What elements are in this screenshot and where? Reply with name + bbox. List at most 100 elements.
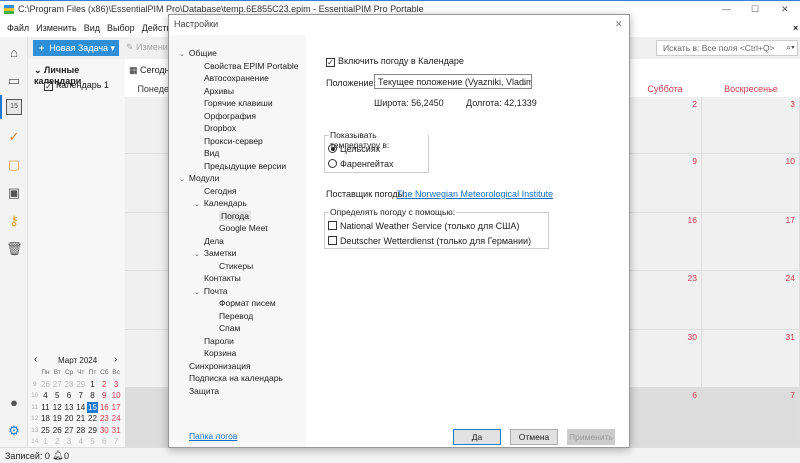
close-window-button[interactable]: ✕ [781,4,789,15]
mini-day[interactable]: 15 [86,401,99,413]
location-select[interactable]: Текущее положение (Vyazniki, Vladimir O ⌄ [374,74,532,89]
tree-item[interactable]: Формат писем [219,298,276,308]
bell-icon[interactable]: 🔔︎ [52,450,63,461]
day-cell[interactable]: 3 [702,97,800,154]
tree-item[interactable]: Архивы [204,86,234,96]
mini-day[interactable]: 31 [110,425,122,437]
provider-link[interactable]: The Norwegian Meteorological Institute [397,189,553,199]
dialog-close-button[interactable]: ✕ [615,19,623,30]
trash-icon[interactable]: 🗑 [6,241,23,257]
mini-day[interactable]: 16 [98,402,110,414]
apply-button[interactable]: Применить [567,429,615,445]
mini-day[interactable]: 5 [87,436,99,448]
mini-day[interactable]: 4 [40,390,52,402]
tree-item[interactable]: ⌄ Почта [194,286,227,296]
day-cell[interactable]: 30 [628,330,702,388]
mini-day[interactable]: 20 [63,413,75,425]
mini-day[interactable]: 28 [75,425,87,437]
tree-item[interactable]: Подписка на календарь [189,373,283,383]
mini-day[interactable]: 12 [51,402,63,414]
mini-day[interactable]: 9 [98,390,110,402]
mini-day[interactable]: 7 [110,436,122,448]
dwd-checkbox[interactable]: Deutscher Wetterdienst (только для Герма… [328,236,531,246]
mini-day[interactable]: 3 [63,436,75,448]
mini-day[interactable]: 7 [75,390,87,402]
menu-view[interactable]: Вид [84,23,100,33]
mini-day[interactable]: 26 [51,425,63,437]
mini-day[interactable]: 10 [110,390,122,402]
tree-item[interactable]: Дела [204,236,224,246]
tree-item[interactable]: Вид [204,148,219,158]
tree-item[interactable]: Предыдущие версии [204,161,286,171]
tree-item[interactable]: ⌄ Календарь [194,198,247,208]
mini-day[interactable]: 17 [110,402,122,414]
mini-day[interactable]: 28 [63,379,75,391]
log-folder-link[interactable]: Папка логов [189,431,237,441]
tree-item[interactable]: Dropbox [204,123,236,133]
mini-day[interactable]: 25 [40,425,52,437]
calendar-item[interactable]: ✓ Календарь 1 [44,80,109,91]
day-cell[interactable]: 2 [628,97,702,154]
tree-item[interactable]: Орфография [204,111,256,121]
tree-item[interactable]: Сегодня [204,186,237,196]
checkbox[interactable]: ✓ [326,58,335,67]
mini-day[interactable]: 30 [98,425,110,437]
calendar-icon[interactable]: 15 [6,99,22,115]
chevron-down-icon[interactable]: ⌄ [194,201,200,208]
mini-day[interactable]: 27 [63,425,75,437]
tree-item[interactable]: Свойства EPIM Portable [204,61,299,71]
today-icon[interactable]: ▭ [6,73,22,89]
mini-day[interactable]: 2 [51,436,63,448]
chevron-down-icon[interactable]: ⌄ [194,289,200,296]
tree-item[interactable]: Пароли [204,336,234,346]
mini-day[interactable]: 13 [63,402,75,414]
fahrenheit-radio[interactable]: Фаренгейтах [328,159,393,169]
mini-day[interactable]: 6 [98,436,110,448]
mini-next-button[interactable]: › [114,354,117,365]
tree-item[interactable]: Стикеры [219,261,253,271]
passwords-key-icon[interactable]: ⚷ [6,213,22,229]
settings-gear-icon[interactable]: ⚙ [6,423,22,439]
tree-item[interactable]: Спам [219,323,240,333]
day-cell[interactable]: 24 [702,271,800,330]
close-tab-x[interactable]: × [793,23,798,33]
day-cell[interactable]: 7 [702,388,800,447]
chevron-down-icon[interactable]: ⌄ [179,51,185,58]
menu-edit[interactable]: Изменить [36,23,77,33]
search-icon[interactable]: ⌕▾ [786,42,795,53]
mini-day[interactable]: 8 [87,390,99,402]
mini-month-label[interactable]: Март 2024 [58,356,97,365]
tree-item[interactable]: Перевод [219,311,253,321]
mini-day[interactable]: 24 [110,413,122,425]
tree-item[interactable]: Контакты [204,273,241,283]
tree-item[interactable]: ⌄ Общие [179,48,217,58]
chevron-down-icon[interactable]: ⌄ [194,251,200,258]
day-cell[interactable]: 10 [702,154,800,213]
mini-day[interactable]: 23 [98,413,110,425]
mini-day[interactable]: 29 [87,425,99,437]
day-cell[interactable]: 31 [702,330,800,388]
mini-day[interactable]: 18 [40,413,52,425]
menu-file[interactable]: Файл [7,23,29,33]
tree-item[interactable]: ⌄ Заметки [194,248,236,258]
minimize-button[interactable]: — [722,4,731,14]
tree-item[interactable]: Синхронизация [189,361,251,371]
search-input[interactable]: Искать в: Все поля <Ctrl+Q> [656,40,798,56]
mini-day[interactable]: 21 [75,413,87,425]
mini-day[interactable]: 22 [87,413,99,425]
tree-item[interactable]: Защита [189,386,219,396]
mini-day[interactable]: 27 [51,379,63,391]
tree-item[interactable]: Автосохранение [204,73,269,83]
tree-item[interactable]: Прокси-сервер [204,136,263,146]
mini-day[interactable]: 3 [110,379,122,391]
tree-item[interactable]: Погода [219,210,251,221]
mini-day[interactable]: 19 [51,413,63,425]
day-cell[interactable]: 23 [628,271,702,330]
new-task-button[interactable]: + Новая Задача ▾ [33,40,119,56]
home-icon[interactable]: ⌂ [6,45,22,61]
user-icon[interactable]: ● [6,395,22,411]
day-cell[interactable]: 17 [702,213,800,271]
menu-select[interactable]: Выбор [107,23,135,33]
mini-day[interactable]: 11 [40,402,52,414]
tree-item[interactable]: Google Meet [219,223,268,233]
